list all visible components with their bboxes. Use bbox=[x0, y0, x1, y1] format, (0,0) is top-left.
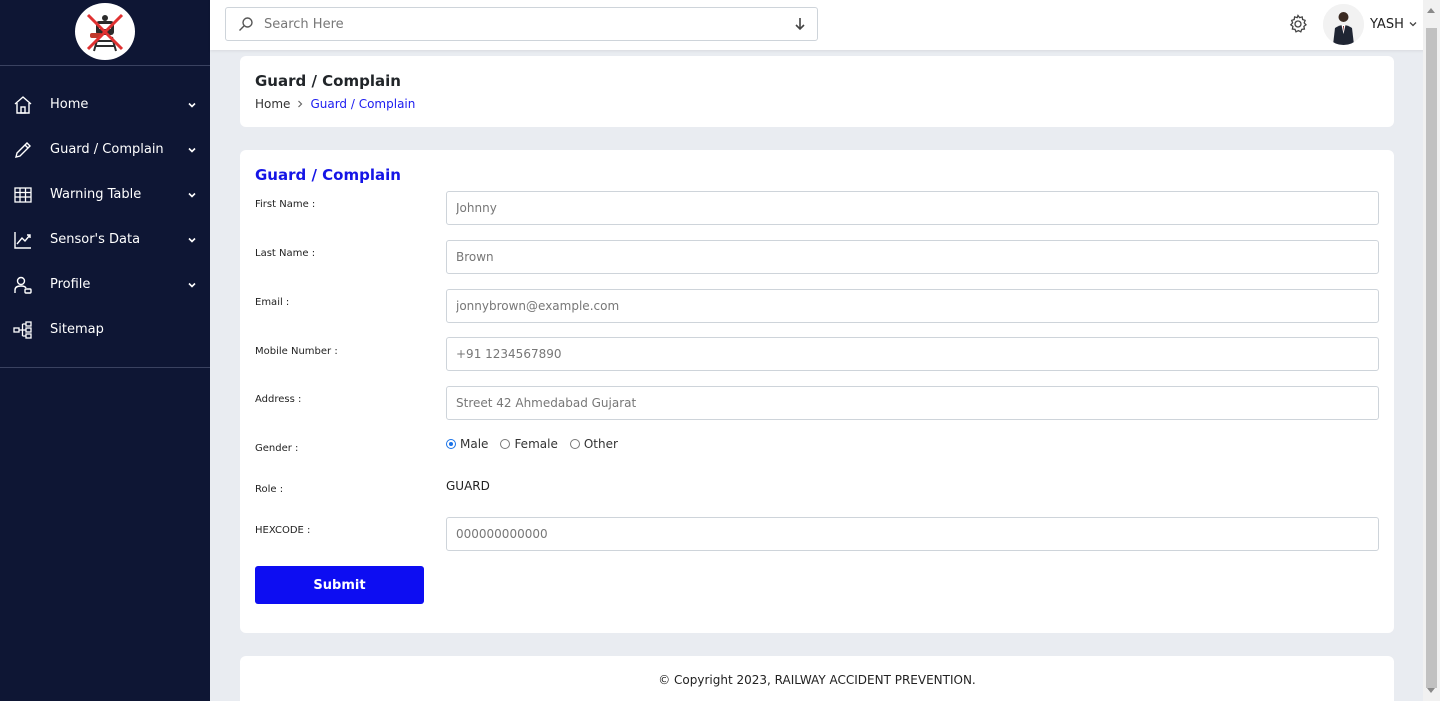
complain-form-card: Guard / Complain First Name : Last Name … bbox=[240, 150, 1394, 633]
first-name-label: First Name : bbox=[255, 199, 316, 210]
scrollbar[interactable] bbox=[1423, 0, 1440, 701]
footer: © Copyright 2023, RAILWAY ACCIDENT PREVE… bbox=[240, 656, 1394, 701]
breadcrumb: Home Guard / Complain bbox=[255, 97, 415, 111]
radio-label: Male bbox=[460, 437, 489, 451]
sidebar-item-label: Sitemap bbox=[50, 322, 104, 337]
hexcode-field[interactable] bbox=[446, 517, 1379, 551]
chevron-down-icon bbox=[188, 282, 196, 288]
sidebar-item-label: Profile bbox=[50, 277, 91, 292]
sidebar-item-label: Warning Table bbox=[50, 187, 142, 202]
topbar: YASH bbox=[210, 0, 1440, 50]
role-label: Role : bbox=[255, 484, 284, 495]
breadcrumb-current[interactable]: Guard / Complain bbox=[310, 97, 415, 111]
breadcrumb-home-link[interactable]: Home bbox=[255, 97, 290, 111]
search-bar bbox=[225, 7, 818, 41]
chevron-down-icon bbox=[188, 102, 196, 108]
gender-label: Gender : bbox=[255, 443, 299, 454]
sidebar-item-sensors-data[interactable]: Sensor's Data bbox=[0, 217, 210, 262]
scroll-up-arrow-icon[interactable] bbox=[1427, 8, 1435, 13]
sidebar-nav: Home Guard / Complain Warning Table Sens… bbox=[0, 66, 210, 368]
chart-line-icon bbox=[12, 229, 34, 251]
radio-label: Female bbox=[514, 437, 558, 451]
sidebar-item-home[interactable]: Home bbox=[0, 82, 210, 127]
radio-unchecked-icon bbox=[500, 439, 511, 449]
mobile-number-label: Mobile Number : bbox=[255, 346, 338, 357]
last-name-label: Last Name : bbox=[255, 248, 316, 259]
sidebar-item-guard-complain[interactable]: Guard / Complain bbox=[0, 127, 210, 172]
hexcode-label: HEXCODE : bbox=[255, 525, 311, 536]
page-header-card: Guard / Complain Home Guard / Complain bbox=[240, 56, 1394, 127]
address-label: Address : bbox=[255, 394, 302, 405]
email-label: Email : bbox=[255, 297, 290, 308]
scrollbar-thumb[interactable] bbox=[1426, 28, 1437, 688]
railway-crossing-logo-icon[interactable] bbox=[75, 3, 135, 60]
arrow-down-icon[interactable] bbox=[793, 17, 807, 31]
address-field[interactable] bbox=[446, 386, 1379, 420]
logo-area bbox=[0, 0, 210, 66]
last-name-field[interactable] bbox=[446, 240, 1379, 274]
sidebar-item-warning-table[interactable]: Warning Table bbox=[0, 172, 210, 217]
home-icon bbox=[12, 94, 34, 116]
gender-radio-male[interactable]: Male bbox=[446, 437, 488, 451]
role-value: GUARD bbox=[446, 479, 490, 493]
sidebar-item-label: Guard / Complain bbox=[50, 142, 164, 157]
scroll-down-arrow-icon[interactable] bbox=[1427, 688, 1435, 693]
radio-label: Other bbox=[583, 437, 618, 451]
pencil-icon bbox=[12, 139, 34, 161]
table-icon bbox=[12, 184, 34, 206]
gender-radio-group: Male Female Other bbox=[446, 437, 630, 451]
chevron-down-icon[interactable] bbox=[1408, 19, 1418, 29]
form-title: Guard / Complain bbox=[255, 166, 401, 184]
chevron-down-icon bbox=[188, 147, 196, 153]
chevron-down-icon bbox=[188, 192, 196, 198]
radio-checked-icon bbox=[446, 439, 456, 449]
sidebar-item-profile[interactable]: Profile bbox=[0, 262, 210, 307]
search-icon[interactable] bbox=[238, 16, 254, 32]
gender-radio-other[interactable]: Other bbox=[569, 437, 618, 451]
radio-unchecked-icon bbox=[569, 439, 580, 449]
gender-radio-female[interactable]: Female bbox=[500, 437, 558, 451]
sidebar: Home Guard / Complain Warning Table Sens… bbox=[0, 0, 210, 701]
first-name-field[interactable] bbox=[446, 191, 1379, 225]
copyright-text: © Copyright 2023, RAILWAY ACCIDENT PREVE… bbox=[658, 673, 976, 687]
page-title: Guard / Complain bbox=[255, 72, 401, 90]
avatar[interactable] bbox=[1323, 4, 1364, 45]
user-name[interactable]: YASH bbox=[1370, 17, 1404, 32]
gear-icon[interactable] bbox=[1288, 14, 1308, 34]
chevron-right-icon bbox=[298, 100, 303, 108]
sidebar-item-sitemap[interactable]: Sitemap bbox=[0, 307, 210, 352]
email-field[interactable] bbox=[446, 289, 1379, 323]
user-icon bbox=[12, 274, 34, 296]
submit-button[interactable]: Submit bbox=[255, 566, 424, 604]
sidebar-item-label: Home bbox=[50, 97, 89, 112]
search-input[interactable] bbox=[264, 16, 793, 32]
sitemap-icon bbox=[12, 319, 34, 341]
sidebar-item-label: Sensor's Data bbox=[50, 232, 141, 247]
chevron-down-icon bbox=[188, 237, 196, 243]
mobile-number-field[interactable] bbox=[446, 337, 1379, 371]
